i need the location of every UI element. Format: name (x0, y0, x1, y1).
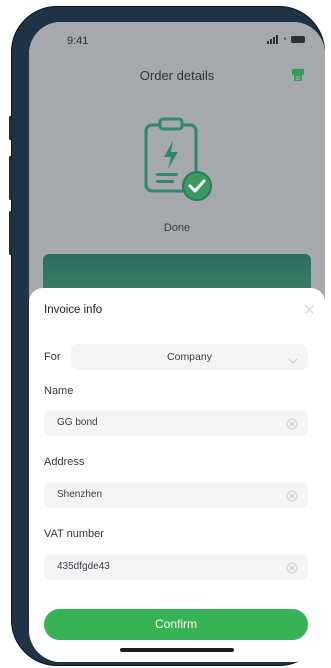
clear-icon[interactable] (286, 561, 298, 579)
for-select-value: Company (167, 351, 212, 363)
invoice-clipboard-icon (140, 115, 216, 208)
invoice-sheet: Invoice info For Company Name GG bond Ad… (29, 288, 325, 662)
address-label: Address (44, 456, 85, 468)
battery-icon (291, 35, 305, 43)
address-value: Shenzhen (57, 489, 103, 500)
for-select[interactable]: Company (71, 344, 308, 370)
address-field[interactable]: Shenzhen (44, 482, 308, 508)
phone-side-button (9, 116, 12, 140)
receipt-icon[interactable] (291, 68, 305, 87)
chevron-down-icon (288, 352, 298, 370)
vat-number-field[interactable]: 435dfgde43 (44, 554, 308, 580)
phone-volume-up-button (9, 156, 12, 200)
for-label: For (44, 351, 61, 363)
order-status: Done (163, 222, 191, 234)
clear-icon[interactable] (286, 417, 298, 435)
close-icon[interactable] (304, 302, 315, 320)
clear-icon[interactable] (286, 489, 298, 507)
name-field[interactable]: GG bond (44, 410, 308, 436)
signal-icon (266, 34, 278, 44)
phone-frame: 9:41 ◔ Order details Done Invoice info F… (9, 6, 325, 666)
wifi-icon: ◔ (281, 34, 287, 44)
status-icons: ◔ (266, 34, 305, 44)
nav-bar: Order details (29, 68, 325, 92)
home-indicator (120, 648, 234, 652)
confirm-button[interactable]: Confirm (44, 609, 308, 640)
name-value: GG bond (57, 417, 98, 428)
vat-number-value: 435dfgde43 (57, 561, 110, 572)
vat-label: VAT number (44, 528, 104, 540)
name-label: Name (44, 385, 74, 397)
screen: 9:41 ◔ Order details Done Invoice info F… (29, 22, 325, 662)
phone-volume-down-button (9, 211, 12, 255)
sheet-title: Invoice info (44, 304, 103, 316)
status-time: 9:41 (67, 35, 89, 47)
page-title: Order details (139, 68, 215, 83)
status-bar: 9:41 ◔ (29, 22, 325, 56)
